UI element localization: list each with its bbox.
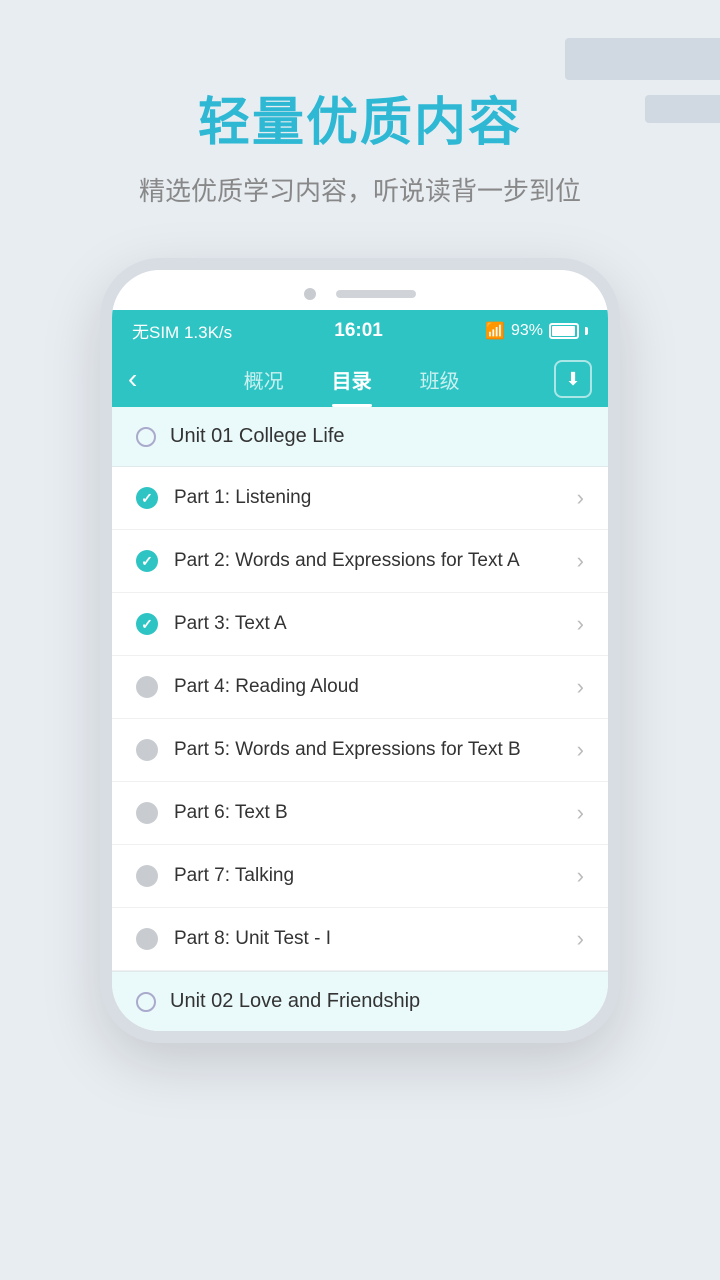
status-right: 📶 93% [485, 321, 588, 341]
part-4-status-icon [136, 676, 158, 698]
chevron-right-icon: › [577, 863, 584, 889]
status-time: 16:01 [334, 320, 383, 342]
tab-class[interactable]: 班级 [396, 351, 484, 407]
unit-02-title: Unit 02 Love and Friendship [170, 990, 420, 1013]
unit-02-header: Unit 02 Love and Friendship [112, 971, 608, 1031]
tab-toc[interactable]: 目录 [308, 351, 396, 407]
tab-overview[interactable]: Unit 01 College Life 概况 [220, 351, 308, 407]
part-7-label: Part 7: Talking [174, 865, 561, 887]
nav-bar: ‹ Unit 01 College Life 概况 目录 班级 ⬇ [112, 351, 608, 407]
checkmark-icon: ✓ [141, 554, 153, 568]
tab-overview-label: 概况 [244, 365, 284, 394]
status-bar: 无SIM 1.3K/s 16:01 📶 93% [112, 310, 608, 351]
phone-mockup: 无SIM 1.3K/s 16:01 📶 93% ‹ Unit 01 Colleg… [100, 258, 620, 1043]
hero-subtitle: 精选优质学习内容，听说读背一步到位 [0, 171, 720, 208]
status-carrier: 无SIM 1.3K/s [132, 318, 232, 343]
back-button[interactable]: ‹ [128, 363, 149, 395]
unit-01-title: Unit 01 College Life [170, 425, 345, 448]
part-6-label: Part 6: Text B [174, 802, 561, 824]
phone-camera [304, 288, 316, 300]
phone-wrapper: 无SIM 1.3K/s 16:01 📶 93% ‹ Unit 01 Colleg… [0, 258, 720, 1043]
hero-section: 轻量优质内容 精选优质学习内容，听说读背一步到位 [0, 0, 720, 238]
chevron-right-icon: › [577, 926, 584, 952]
chevron-right-icon: › [577, 485, 584, 511]
part-8-label: Part 8: Unit Test - I [174, 928, 561, 950]
chevron-right-icon: › [577, 674, 584, 700]
part-6-status-icon [136, 802, 158, 824]
list-item[interactable]: Part 5: Words and Expressions for Text B… [112, 719, 608, 782]
part-5-status-icon [136, 739, 158, 761]
list-content: Unit 01 College Life ✓ Part 1: Listening… [112, 407, 608, 1031]
list-item[interactable]: ✓ Part 1: Listening › [112, 467, 608, 530]
part-3-status-icon: ✓ [136, 613, 158, 635]
chevron-right-icon: › [577, 611, 584, 637]
part-7-status-icon [136, 865, 158, 887]
download-icon: ⬇ [565, 369, 580, 390]
tab-class-label: 班级 [420, 365, 460, 394]
part-8-status-icon [136, 928, 158, 950]
bg-strip-top [565, 38, 720, 80]
battery-tip [585, 327, 588, 335]
chevron-right-icon: › [577, 800, 584, 826]
list-item[interactable]: ✓ Part 2: Words and Expressions for Text… [112, 530, 608, 593]
part-3-label: Part 3: Text A [174, 613, 561, 635]
battery-icon [549, 323, 579, 339]
part-2-status-icon: ✓ [136, 550, 158, 572]
unit-01-header: Unit 01 College Life [112, 407, 608, 467]
part-1-status-icon: ✓ [136, 487, 158, 509]
list-item[interactable]: ✓ Part 3: Text A › [112, 593, 608, 656]
part-1-label: Part 1: Listening [174, 487, 561, 509]
wifi-icon: 📶 [485, 321, 505, 341]
checkmark-icon: ✓ [141, 491, 153, 505]
tab-toc-label: 目录 [332, 365, 372, 394]
bg-strip-mid [645, 95, 720, 123]
list-item[interactable]: Part 6: Text B › [112, 782, 608, 845]
battery-percent: 93% [511, 322, 543, 340]
battery-fill [552, 326, 575, 336]
phone-top-bar [112, 270, 608, 310]
list-item[interactable]: Part 8: Unit Test - I › [112, 908, 608, 971]
hero-title: 轻量优质内容 [0, 80, 720, 155]
chevron-right-icon: › [577, 737, 584, 763]
list-item[interactable]: Part 7: Talking › [112, 845, 608, 908]
phone-speaker [336, 290, 416, 298]
unit-02-circle [136, 992, 156, 1012]
checkmark-icon: ✓ [141, 617, 153, 631]
chevron-right-icon: › [577, 548, 584, 574]
nav-tabs: Unit 01 College Life 概况 目录 班级 [149, 351, 554, 407]
unit-01-circle [136, 427, 156, 447]
part-5-label: Part 5: Words and Expressions for Text B [174, 739, 561, 761]
list-item[interactable]: Part 4: Reading Aloud › [112, 656, 608, 719]
part-2-label: Part 2: Words and Expressions for Text A [174, 550, 561, 572]
part-4-label: Part 4: Reading Aloud [174, 676, 561, 698]
download-button[interactable]: ⬇ [554, 360, 592, 398]
